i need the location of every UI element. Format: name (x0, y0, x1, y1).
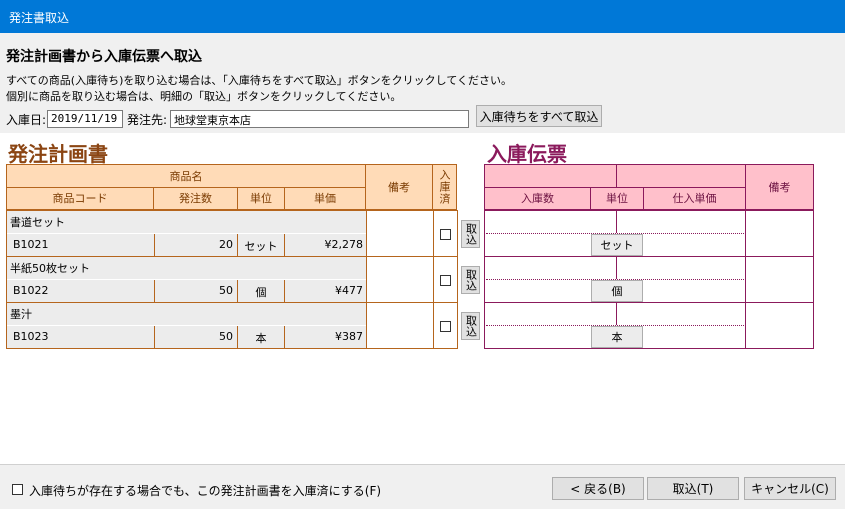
import-all-button[interactable]: 入庫待ちをすべて取込 (476, 105, 602, 127)
order-row-unit: 個 (255, 286, 267, 299)
receipt-row-purchase-price-field[interactable] (645, 235, 744, 255)
force-received-checkbox[interactable] (12, 484, 23, 495)
page-heading: 発注計画書から入庫伝票へ取込 (6, 49, 202, 65)
order-row-divider (284, 326, 285, 348)
order-row-divider (237, 326, 238, 348)
supplier-field[interactable]: 地球堂東京本店 (170, 110, 469, 128)
order-row-import-button-label: 取込 (464, 315, 478, 337)
order-row-import-button[interactable]: 取込 (461, 266, 480, 294)
footer-separator (0, 464, 845, 465)
order-row-remarks-field[interactable] (366, 256, 434, 303)
order-row-order-qty: 50 (219, 330, 233, 343)
order-row-divider (284, 234, 285, 256)
receipt-header-remarks: 備考 (745, 164, 814, 210)
receipt-row-remarks-field[interactable] (745, 302, 814, 349)
receipt-header-purchase-price: 仕入単価 (643, 187, 746, 210)
order-row-import-button-label: 取込 (464, 269, 478, 291)
receipt-row-unit: セット (591, 234, 643, 256)
order-row-received-checkbox[interactable] (440, 321, 451, 332)
window-title: 発注書取込 (9, 11, 70, 25)
order-row-unit: 本 (255, 332, 267, 345)
order-row-divider (154, 280, 155, 302)
order-row-import-button-label: 取込 (464, 223, 478, 245)
order-row-import-button[interactable]: 取込 (461, 312, 480, 340)
receipt-row-remarks-field[interactable] (745, 256, 814, 303)
receipt-header-top-right (616, 164, 746, 188)
order-section-title: 発注計画書 (8, 142, 108, 166)
order-row-unit-price: ¥2,278 (324, 238, 364, 251)
order-row-divider (237, 280, 238, 302)
receipt-row-divider (616, 257, 617, 279)
receipt-header-top-left (484, 164, 617, 188)
order-header-unit-price: 単価 (284, 187, 366, 210)
received-header-text: 入庫済 (438, 169, 451, 205)
order-row-received-checkbox[interactable] (440, 275, 451, 286)
receipt-header-receive-qty: 入庫数 (484, 187, 591, 210)
order-row-divider (154, 326, 155, 348)
order-row-order-qty: 50 (219, 284, 233, 297)
order-row-divider (154, 234, 155, 256)
order-row-unit: セット (244, 240, 278, 253)
instruction-line-1: すべての商品(入庫待ち)を取り込む場合は、「入庫待ちをすべて取込」ボタンをクリッ… (6, 74, 512, 87)
force-received-label: 入庫待ちが存在する場合でも、この発注計画書を入庫済にする(F) (29, 484, 382, 498)
back-button[interactable]: < 戻る(B) (552, 477, 644, 500)
order-row-import-button[interactable]: 取込 (461, 220, 480, 248)
receipt-row-unit: 個 (591, 280, 643, 302)
import-button[interactable]: 取込(T) (647, 477, 739, 500)
order-row-unit-price: ¥477 (335, 284, 363, 297)
order-header-received: 入庫済 (432, 164, 457, 210)
receipt-row-remarks-field[interactable] (745, 210, 814, 257)
order-row-product-name: 半紙50枚セット (10, 262, 90, 275)
receipt-row-purchase-price-field[interactable] (645, 327, 744, 347)
order-row-product-code: B1022 (13, 284, 49, 297)
receipt-row-receive-qty-field[interactable] (486, 235, 590, 255)
cancel-button[interactable]: キャンセル(C) (744, 477, 836, 500)
order-row-order-qty: 20 (219, 238, 233, 251)
receive-date-field[interactable]: 2019/11/19 (47, 110, 123, 128)
order-header-product-code: 商品コード (6, 187, 154, 210)
order-row-remarks-field[interactable] (366, 302, 434, 349)
receipt-section-title: 入庫伝票 (487, 142, 567, 166)
order-row-divider (284, 280, 285, 302)
order-row-received-checkbox[interactable] (440, 229, 451, 240)
order-row-remarks-field[interactable] (366, 210, 434, 257)
receipt-header-unit: 単位 (590, 187, 644, 210)
order-row-product-name: 墨汁 (10, 308, 32, 321)
supplier-label: 発注先: (127, 113, 168, 127)
receipt-row-divider (616, 303, 617, 325)
order-row-name-bg (7, 303, 366, 325)
order-row-product-name: 書道セット (10, 216, 65, 229)
receipt-row-receive-qty-field[interactable] (486, 281, 590, 301)
order-row-divider (237, 234, 238, 256)
receipt-row-purchase-price-field[interactable] (645, 281, 744, 301)
title-bar: 発注書取込 (0, 0, 845, 33)
order-row-product-code: B1021 (13, 238, 49, 251)
order-header-unit: 単位 (237, 187, 285, 210)
instruction-line-2: 個別に商品を取り込む場合は、明細の「取込」ボタンをクリックしてください。 (6, 90, 402, 103)
order-header-order-qty: 発注数 (153, 187, 238, 210)
order-header-product-name: 商品名 (6, 164, 366, 188)
order-row-product-code: B1023 (13, 330, 49, 343)
receipt-row-divider (616, 211, 617, 233)
order-row-unit-price: ¥387 (335, 330, 363, 343)
receive-date-label: 入庫日: (6, 113, 47, 127)
order-header-remarks: 備考 (365, 164, 433, 210)
receipt-row-unit: 本 (591, 326, 643, 348)
receipt-row-receive-qty-field[interactable] (486, 327, 590, 347)
